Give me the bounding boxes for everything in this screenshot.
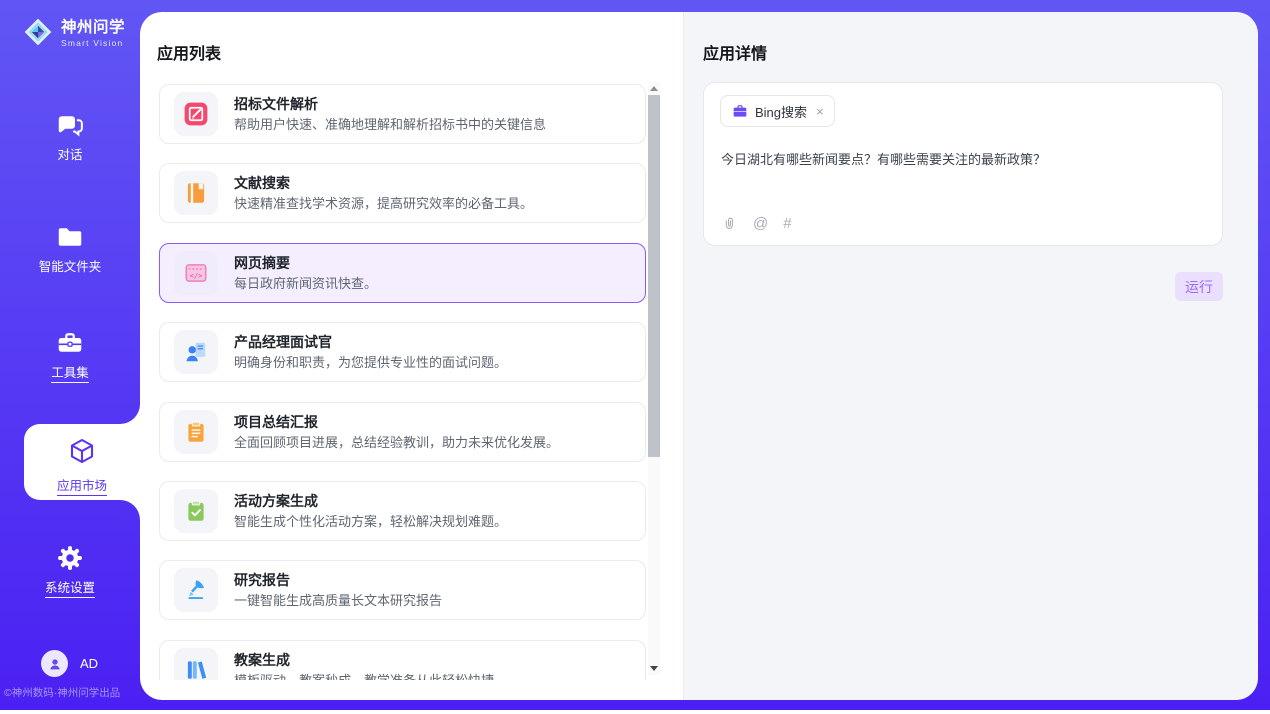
app-name: 研究报告 (234, 573, 442, 587)
at-icon[interactable]: @ (753, 216, 768, 231)
copyright-text: ©神州数码·神州问学出品 (4, 685, 140, 700)
chip-close-icon[interactable]: × (816, 104, 824, 119)
folder-icon (55, 222, 85, 252)
app-name: 招标文件解析 (234, 97, 546, 111)
interviewer-icon (183, 339, 209, 365)
webpage-icon: </> (183, 260, 209, 286)
app-name: 教案生成 (234, 653, 494, 667)
book-icon (183, 180, 209, 206)
app-desc: 智能生成个性化活动方案，轻松解决规划难题。 (234, 515, 507, 528)
sidebar-item-app-market[interactable]: 应用市场 (24, 424, 140, 500)
chat-icon (55, 110, 85, 140)
brand-name: 神州问学 (61, 15, 125, 37)
sidebar-item-smart-folder[interactable]: 智能文件夹 (0, 222, 140, 276)
app-detail-title: 应用详情 (703, 40, 767, 64)
sidebar-item-label: 对话 (57, 144, 82, 163)
sidebar-item-chat[interactable]: 对话 (0, 110, 140, 164)
user-name: AD (80, 656, 98, 671)
app-name: 文献搜索 (234, 176, 533, 190)
app-desc: 帮助用户快速、准确地理解和解析招标书中的关键信息 (234, 118, 546, 131)
brand-logo: 神州问学 Smart Vision (22, 15, 125, 48)
app-desc: 快速精准查找学术资源，提高研究效率的必备工具。 (234, 197, 533, 210)
cube-icon (67, 436, 97, 466)
query-text[interactable]: 今日湖北有哪些新闻要点？有哪些需要关注的最新政策？ (721, 149, 1201, 168)
app-card-lesson-plan[interactable]: 教案生成 模板驱动，教案秒成，教学准备从此轻松快捷 (159, 640, 646, 680)
user-account[interactable]: AD (41, 650, 98, 677)
sidebar-item-label: 工具集 (51, 362, 89, 383)
books-icon (183, 657, 209, 680)
sidebar-item-label: 智能文件夹 (39, 256, 102, 275)
app-card-research-report[interactable]: 研究报告 一键智能生成高质量长文本研究报告 (159, 560, 646, 620)
tab-fillet-top (120, 404, 140, 424)
scrollbar-thumb[interactable] (648, 95, 660, 457)
app-name: 项目总结汇报 (234, 415, 559, 429)
app-desc: 每日政府新闻资讯快查。 (234, 277, 377, 290)
app-list-scrollbar (648, 82, 660, 675)
gear-icon (55, 543, 85, 573)
app-card-event-plan[interactable]: 活动方案生成 智能生成个性化活动方案，轻松解决规划难题。 (159, 481, 646, 541)
paperclip-icon[interactable] (721, 215, 738, 232)
app-window: 神州问学 Smart Vision 对话 智能文件夹 工具 (0, 0, 1270, 714)
hash-icon[interactable]: # (783, 216, 791, 231)
sidebar-item-label: 应用市场 (57, 475, 107, 496)
sidebar-item-label: 系统设置 (45, 577, 95, 598)
app-desc: 全面回顾项目进展，总结经验教训，助力未来优化发展。 (234, 436, 559, 449)
scrollbar-up-button[interactable] (648, 82, 660, 95)
sidebar-item-toolset[interactable]: 工具集 (0, 328, 140, 383)
quill-icon (183, 577, 209, 603)
app-card-pm-interviewer[interactable]: 产品经理面试官 明确身份和职责，为您提供专业性的面试问题。 (159, 322, 646, 382)
app-desc: 一键智能生成高质量长文本研究报告 (234, 594, 442, 607)
app-name: 产品经理面试官 (234, 335, 507, 349)
bid-document-icon (183, 101, 209, 127)
app-card-bid-parse[interactable]: 招标文件解析 帮助用户快速、准确地理解和解析招标书中的关键信息 (159, 84, 646, 144)
brand-subtitle: Smart Vision (61, 38, 125, 48)
app-card-web-summary[interactable]: </> 网页摘要 每日政府新闻资讯快查。 (159, 243, 646, 303)
toolbox-icon (55, 328, 85, 358)
app-name: 网页摘要 (234, 256, 377, 270)
scrollbar-down-button[interactable] (648, 662, 660, 675)
app-card-literature-search[interactable]: 文献搜索 快速精准查找学术资源，提高研究效率的必备工具。 (159, 163, 646, 223)
diamond-logo-icon (22, 16, 54, 48)
app-desc: 模板驱动，教案秒成，教学准备从此轻松快捷 (234, 674, 494, 680)
clipboard-icon (183, 419, 209, 445)
avatar (41, 650, 68, 677)
prompt-card: Bing搜索 × 今日湖北有哪些新闻要点？有哪些需要关注的最新政策？ @ # (703, 82, 1223, 246)
app-detail-panel: 应用详情 Bing搜索 × 今日湖北有哪些新闻要点？有哪些需要关注的最新政策？ (683, 12, 1258, 700)
app-name: 活动方案生成 (234, 494, 507, 508)
app-list: 招标文件解析 帮助用户快速、准确地理解和解析招标书中的关键信息 文献搜索 快速精… (140, 12, 683, 680)
content-panel: 应用列表 招标文件解析 帮助用户快速、准确地理解和解析招标书中的关键信息 (140, 12, 1258, 700)
clipboard-check-icon (183, 498, 209, 524)
briefcase-icon (732, 103, 748, 119)
person-icon (47, 656, 63, 672)
svg-text:</>: </> (190, 271, 203, 280)
app-desc: 明确身份和职责，为您提供专业性的面试问题。 (234, 356, 507, 369)
sidebar: 神州问学 Smart Vision 对话 智能文件夹 工具 (0, 0, 140, 710)
run-button[interactable]: 运行 (1175, 272, 1223, 301)
tool-chip-bing-search[interactable]: Bing搜索 × (720, 95, 835, 127)
attach-toolbar: @ # (721, 215, 792, 232)
sidebar-item-settings[interactable]: 系统设置 (0, 543, 140, 598)
app-card-project-summary[interactable]: 项目总结汇报 全面回顾项目进展，总结经验教训，助力未来优化发展。 (159, 402, 646, 462)
tab-fillet-bottom (120, 500, 140, 520)
tool-chip-label: Bing搜索 (755, 102, 807, 121)
